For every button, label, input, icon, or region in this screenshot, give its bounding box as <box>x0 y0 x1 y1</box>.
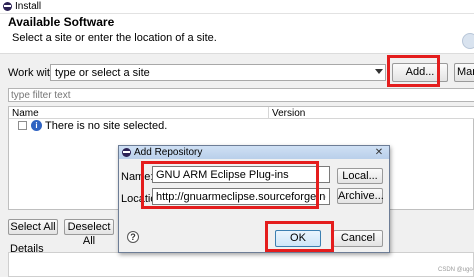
eclipse-icon <box>122 148 131 157</box>
chevron-down-icon[interactable] <box>375 69 383 74</box>
column-name[interactable]: Name <box>12 108 39 119</box>
help-icon[interactable]: ? <box>127 231 139 243</box>
page-title: Available Software <box>8 15 115 29</box>
highlight-add-button <box>387 55 440 87</box>
deselect-all-button[interactable]: Deselect All <box>64 219 114 247</box>
details-panel <box>8 252 474 277</box>
site-combo-value: type or select a site <box>55 67 150 79</box>
watermark: CSDN @ugo <box>438 267 473 273</box>
tree-header <box>9 107 474 119</box>
window-title: Install <box>15 1 42 12</box>
local-button[interactable]: Local... <box>337 168 383 184</box>
page-description: Select a site or enter the location of a… <box>12 32 217 44</box>
dialog-title: Add Repository <box>134 147 203 158</box>
close-icon[interactable]: ✕ <box>372 148 386 158</box>
column-divider[interactable] <box>268 107 269 119</box>
archive-button[interactable]: Archive... <box>337 188 384 204</box>
filter-input[interactable] <box>9 90 474 101</box>
site-combo[interactable]: type or select a site <box>50 64 386 81</box>
cancel-button[interactable]: Cancel <box>333 230 383 247</box>
tree-row-checkbox[interactable] <box>18 121 27 130</box>
eclipse-icon <box>3 2 12 11</box>
column-version[interactable]: Version <box>272 108 305 119</box>
manage-button[interactable]: Mana <box>454 63 474 82</box>
highlight-ok-button <box>265 221 334 252</box>
filter-field[interactable] <box>8 88 474 102</box>
wizard-banner-icon <box>462 33 474 49</box>
select-all-button[interactable]: Select All <box>8 219 58 235</box>
highlight-fields <box>141 161 319 209</box>
window-titlebar <box>0 0 474 14</box>
tree-message: There is no site selected. <box>45 120 168 132</box>
info-icon: i <box>31 120 42 131</box>
